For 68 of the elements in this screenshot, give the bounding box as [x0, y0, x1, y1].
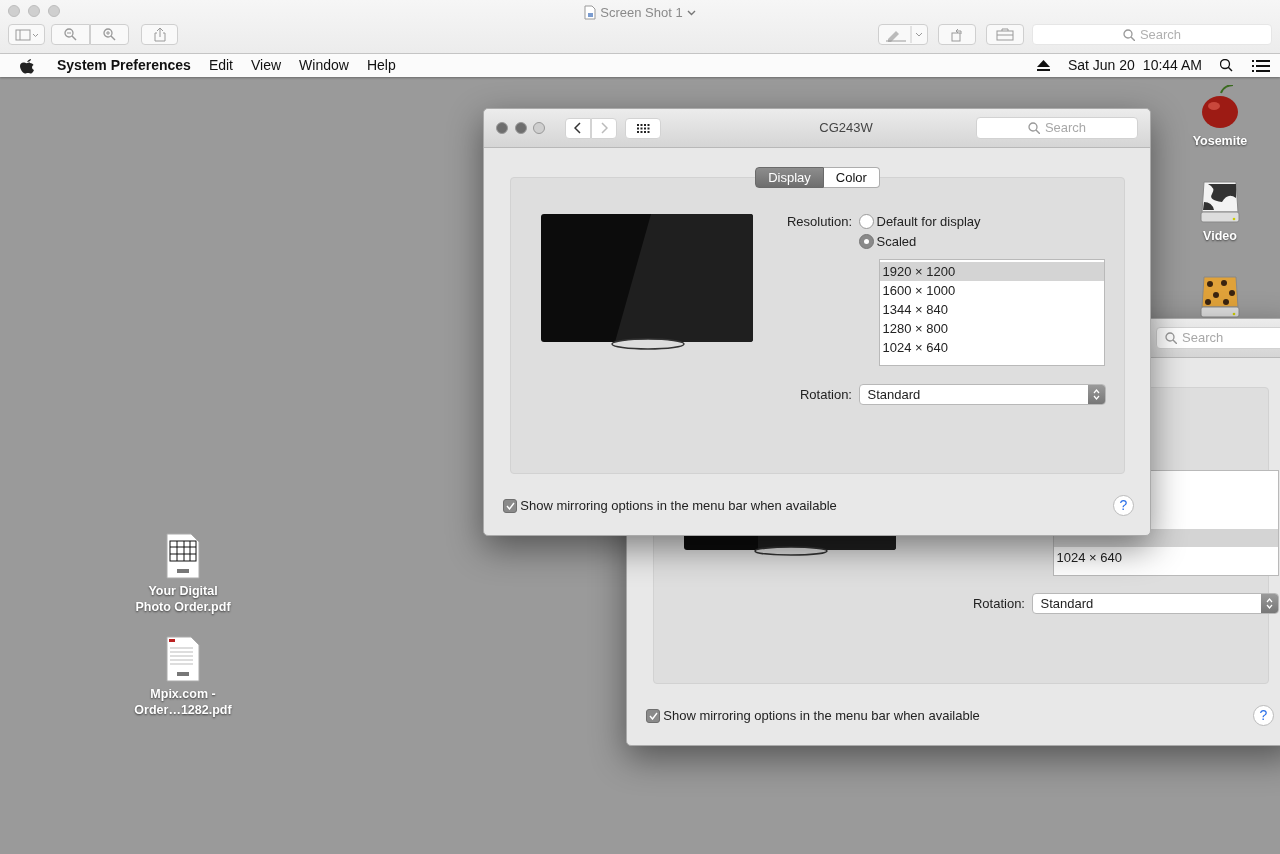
- menu-clock[interactable]: 10:44 AM: [1138, 55, 1211, 76]
- checkbox-label: Show mirroring options in the menu bar when available: [520, 496, 837, 515]
- menu-item[interactable]: Help: [357, 55, 405, 76]
- window-title: CG243W: [818, 119, 874, 138]
- list-item[interactable]: 1344 × 840: [879, 300, 1104, 319]
- field-label: Rotation:: [971, 594, 1025, 613]
- grid-icon: [636, 123, 650, 133]
- menu-item[interactable]: View: [242, 55, 291, 76]
- chevron-left-icon: [574, 122, 582, 134]
- hard-drive-icon[interactable]: [1198, 275, 1242, 319]
- menu-item[interactable]: System Preferences: [48, 55, 200, 76]
- zoom-in-button[interactable]: [90, 24, 129, 45]
- radio-button[interactable]: [858, 214, 874, 229]
- hard-drive-icon[interactable]: [1198, 180, 1242, 224]
- show-all-button[interactable]: [625, 117, 661, 139]
- share-icon: [153, 27, 166, 42]
- chevron-icon[interactable]: [686, 9, 696, 16]
- search-placeholder: Search: [1139, 25, 1182, 44]
- stepper-icon: [1265, 598, 1273, 609]
- apple-logo-icon[interactable]: [20, 57, 34, 74]
- list-item[interactable]: 1024 × 640: [1053, 548, 1278, 567]
- checkbox-label: Show mirroring options in the menu bar when available: [663, 706, 980, 725]
- help-button[interactable]: ?: [1253, 705, 1274, 726]
- sidebar-icon: [14, 28, 39, 41]
- list-item[interactable]: 1024 × 640: [879, 338, 1104, 357]
- zoom-out-icon: [63, 27, 78, 42]
- pdf-file-icon[interactable]: [165, 533, 201, 579]
- menu-item[interactable]: Window: [290, 55, 358, 76]
- tab[interactable]: Display: [755, 167, 824, 188]
- window-control[interactable]: [514, 122, 527, 134]
- stepper-icon: [1092, 389, 1100, 400]
- list-item[interactable]: 1280 × 800: [879, 319, 1104, 338]
- checkmark-icon: [505, 501, 515, 510]
- toolbox-icon: [996, 28, 1014, 41]
- back-button[interactable]: [565, 117, 591, 139]
- field-label: Rotation:: [798, 385, 852, 404]
- rotate-icon: [949, 27, 965, 42]
- search-icon[interactable]: [1220, 58, 1234, 73]
- window-title: Screen Shot 1: [600, 4, 683, 22]
- list-item[interactable]: 1600 × 1000: [879, 281, 1104, 300]
- document-icon: [584, 5, 597, 21]
- list-item[interactable]: 1920 × 1200: [879, 262, 1104, 281]
- rotation-dropdown[interactable]: Standard: [858, 384, 1106, 405]
- checkbox[interactable]: [646, 708, 660, 723]
- rotation-dropdown[interactable]: Standard: [1031, 593, 1279, 614]
- window-control[interactable]: [496, 122, 508, 134]
- radio-label: Default for display: [876, 213, 981, 230]
- search-placeholder: Search: [1044, 119, 1087, 138]
- search-icon: [1027, 122, 1040, 134]
- tab[interactable]: Color: [823, 167, 880, 188]
- radio-button[interactable]: [858, 234, 874, 249]
- window-control[interactable]: [533, 122, 545, 134]
- menu-item[interactable]: Edit: [199, 55, 242, 76]
- eject-icon[interactable]: [1036, 60, 1050, 71]
- radio-label: Scaled: [876, 233, 917, 250]
- search-icon: [1165, 332, 1177, 344]
- search-placeholder: Search: [1182, 329, 1224, 348]
- search-icon: [1122, 28, 1135, 41]
- help-button[interactable]: ?: [1113, 495, 1134, 516]
- menu-clock[interactable]: Sat Jun 20: [1058, 55, 1139, 76]
- pdf-file-icon[interactable]: [165, 636, 201, 682]
- checkmark-icon: [648, 711, 658, 720]
- zoom-in-icon: [102, 27, 117, 42]
- field-label: Resolution:: [785, 213, 852, 231]
- list-icon[interactable]: [1252, 59, 1270, 72]
- zoom-out-button[interactable]: [51, 24, 90, 45]
- chevron-right-icon: [600, 122, 608, 134]
- checkbox[interactable]: [503, 498, 517, 513]
